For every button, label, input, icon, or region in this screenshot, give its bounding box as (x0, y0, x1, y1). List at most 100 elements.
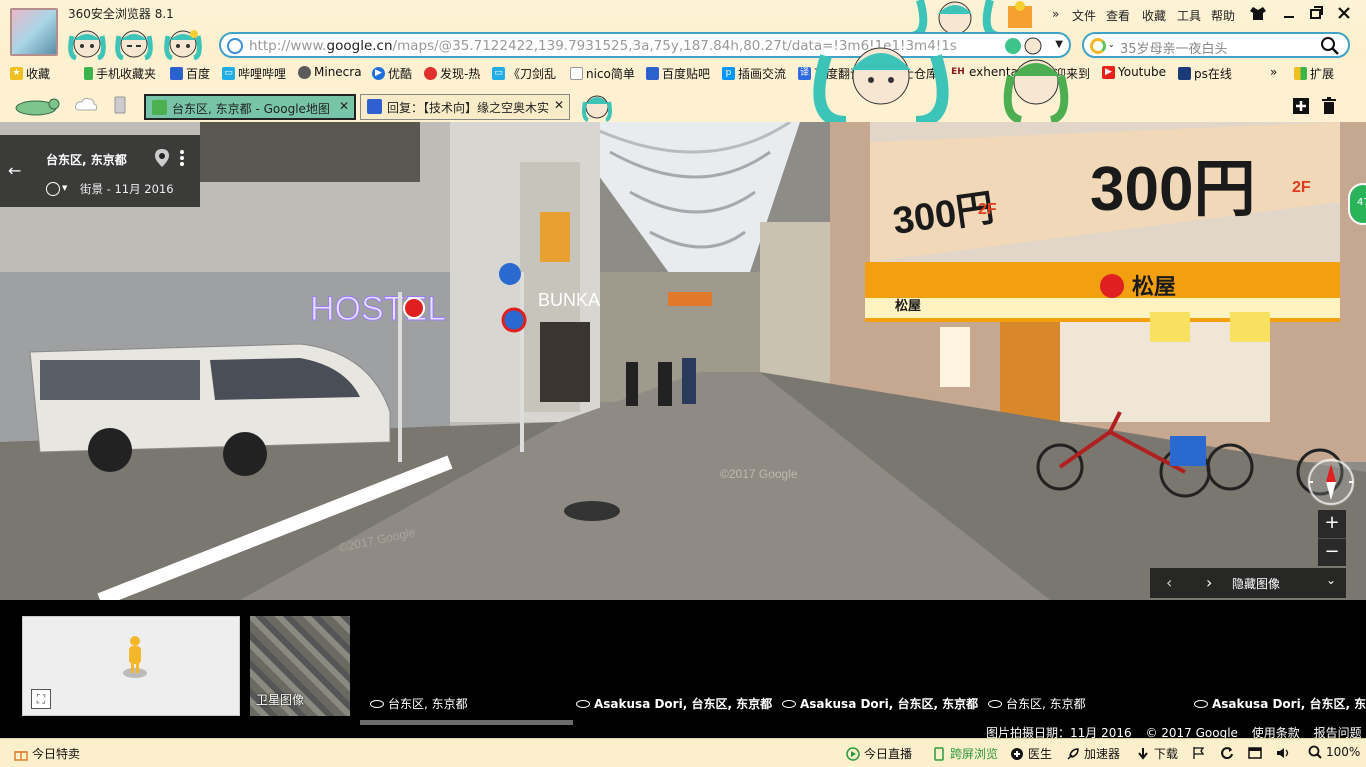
bookmark-item[interactable]: ▭ 《刀剑乱 (492, 65, 556, 82)
cross-screen-button[interactable]: 跨屏浏览 (932, 745, 998, 762)
bookmark-item[interactable]: 🐾 百度 (170, 65, 210, 82)
bookmark-item[interactable]: ▭ 哔哩哔哩 (222, 65, 286, 82)
minimize-icon[interactable] (1280, 5, 1298, 21)
app-logo[interactable] (10, 8, 58, 56)
accelerator-button[interactable]: 加速器 (1066, 745, 1120, 762)
bookmark-item[interactable]: nico简单 (570, 65, 635, 82)
previous-arrow-icon[interactable]: ‹ (1166, 573, 1172, 592)
restore-icon[interactable] (1307, 5, 1325, 21)
next-arrow-icon[interactable]: › (1206, 573, 1212, 592)
doctor-icon (1011, 747, 1023, 760)
search-bar[interactable]: ⌄ 35岁母亲一夜白头 (1082, 32, 1350, 58)
matsuya-sign: 松屋 (1132, 275, 1176, 300)
bookmark-item[interactable]: Minecra (298, 65, 362, 79)
gift-icon (14, 750, 28, 761)
menu-chevron[interactable]: » (1052, 7, 1059, 21)
bookmark-item[interactable]: 发现-热 (424, 65, 480, 82)
flag-icon[interactable] (1192, 746, 1206, 760)
new-tab-mascot-icon[interactable] (580, 90, 614, 122)
mini-map[interactable]: ⛶ (22, 616, 240, 716)
tab-close-icon[interactable]: ✕ (553, 98, 564, 112)
filmstrip-item[interactable]: 台东区, 东京都 (988, 695, 1086, 712)
bookmarks-more[interactable]: » (1270, 65, 1277, 79)
bookmark-item[interactable]: 手机收藏夹 (84, 65, 156, 82)
tab-google-maps[interactable]: 台东区, 东京都 - Google地图 ✕ (144, 94, 356, 120)
download-button[interactable]: 下载 (1136, 745, 1178, 762)
fullscreen-icon[interactable]: ⛶ (31, 689, 51, 709)
tab-row: 台东区, 东京都 - Google地图 ✕ 回复：【技术向】缘之空奥木实 ✕ (0, 90, 1366, 122)
refresh-icon[interactable] (1220, 746, 1234, 760)
trash-icon[interactable] (1321, 97, 1337, 115)
bookmark-item[interactable]: ▶ 优酷 (372, 65, 412, 82)
skin-mascot-icon[interactable] (162, 26, 204, 60)
youtube-icon: ▶ (1102, 65, 1115, 79)
bookmark-item[interactable]: ★ 收藏 (10, 65, 50, 82)
more-options-icon[interactable] (178, 149, 186, 167)
close-window-icon[interactable] (1335, 5, 1353, 21)
menu-favorites[interactable]: 收藏 (1142, 7, 1166, 24)
tab-close-icon[interactable]: ✕ (339, 99, 349, 113)
bookmark-item[interactable]: ▶ Youtube (1102, 65, 1166, 79)
menu-tools[interactable]: 工具 (1177, 7, 1201, 24)
baidu-paw-icon: 🐾 (170, 67, 183, 80)
phone-icon (934, 746, 944, 761)
extensions-button[interactable]: 扩展 (1294, 65, 1334, 82)
turtle-icon[interactable] (10, 94, 62, 116)
zoom-out-button[interactable]: − (1318, 538, 1346, 566)
rocket-icon (1067, 747, 1079, 760)
hide-imagery-button[interactable]: 隐藏图像 (1232, 575, 1280, 592)
filmstrip-item[interactable]: Asakusa Dori, 台东区, 东京都 (576, 695, 772, 712)
star-icon: ★ (10, 67, 23, 80)
live-button[interactable]: 今日直播 (846, 745, 912, 762)
notification-badge[interactable]: 47 (1348, 183, 1366, 225)
location-info-card: ← 台东区, 东京都 ▼ 街景 - 11月 2016 (0, 135, 200, 207)
title-bar: 360安全浏览器 8.1 » 文件 查看 收藏 工具 帮助 http://www… (0, 0, 1366, 60)
map-pin-icon[interactable] (155, 149, 169, 167)
skin-shirt-icon[interactable] (1249, 5, 1267, 21)
download-icon (1138, 747, 1148, 760)
volume-icon[interactable] (1276, 746, 1290, 760)
zoom-level[interactable]: 100% (1308, 745, 1360, 759)
satellite-thumbnail[interactable]: 卫星图像 (250, 616, 350, 716)
imagery-nav-bar: ‹ › 隐藏图像 ⌄ (1150, 568, 1346, 598)
chevron-down-icon[interactable]: ⌄ (1326, 573, 1336, 587)
street-view-panorama[interactable]: HOSTEL BUNKA 300円 300円 2F 2F 松屋 松屋 ©2017… (0, 122, 1366, 600)
street-scene-image[interactable]: HOSTEL BUNKA 300円 300円 2F 2F 松屋 松屋 ©2017… (0, 122, 1366, 600)
site-security-icon[interactable] (227, 38, 243, 54)
floor-tag: 2F (978, 201, 997, 218)
cloud-icon[interactable] (74, 96, 98, 112)
skin-mascot-icon[interactable] (113, 26, 155, 60)
google-maps-icon (152, 100, 167, 115)
search-engine-dropdown-icon[interactable]: ⌄ (1108, 40, 1115, 49)
bookmark-item[interactable]: p 插画交流 (722, 65, 786, 82)
tab-baidu-post[interactable]: 回复：【技术向】缘之空奥木实 ✕ (360, 94, 570, 120)
pegman-icon[interactable] (122, 635, 148, 679)
google-watermark: ©2017 Google (720, 467, 798, 481)
zoom-in-button[interactable]: + (1318, 510, 1346, 538)
youku-icon: ▶ (372, 67, 385, 80)
app-title: 360安全浏览器 8.1 (68, 7, 174, 21)
skin-mascot-icon[interactable] (66, 26, 108, 60)
search-input[interactable]: 35岁母亲一夜白头 (1120, 38, 1228, 57)
add-icon[interactable] (1292, 97, 1310, 115)
window-icon[interactable] (1248, 746, 1262, 760)
deals-button[interactable]: 今日特卖 (14, 745, 80, 762)
search-icon[interactable] (1320, 36, 1340, 56)
ps-icon (1178, 67, 1191, 80)
price-sign-300yen: 300円 (1090, 155, 1255, 224)
menu-file[interactable]: 文件 (1072, 7, 1096, 24)
menu-help[interactable]: 帮助 (1211, 7, 1235, 24)
filmstrip-item[interactable]: Asakusa Dori, 台东区, 东京都 (1194, 695, 1366, 712)
mobile-icon[interactable] (114, 96, 126, 114)
back-arrow-icon[interactable]: ← (8, 161, 21, 180)
history-clock-icon[interactable] (46, 182, 60, 196)
doctor-button[interactable]: 医生 (1010, 745, 1052, 762)
history-dropdown-icon[interactable]: ▼ (62, 184, 67, 192)
compass-icon[interactable] (1307, 458, 1355, 506)
bookmark-item[interactable]: ps在线 (1178, 65, 1232, 82)
bookmark-item[interactable]: 🐾 百度贴吧 (646, 65, 710, 82)
filmstrip-scrollbar[interactable] (360, 720, 573, 725)
filmstrip-item[interactable]: Asakusa Dori, 台东区, 东京都 (782, 695, 978, 712)
menu-view[interactable]: 查看 (1106, 7, 1130, 24)
filmstrip-item[interactable]: 台东区, 东京都 (370, 695, 468, 712)
